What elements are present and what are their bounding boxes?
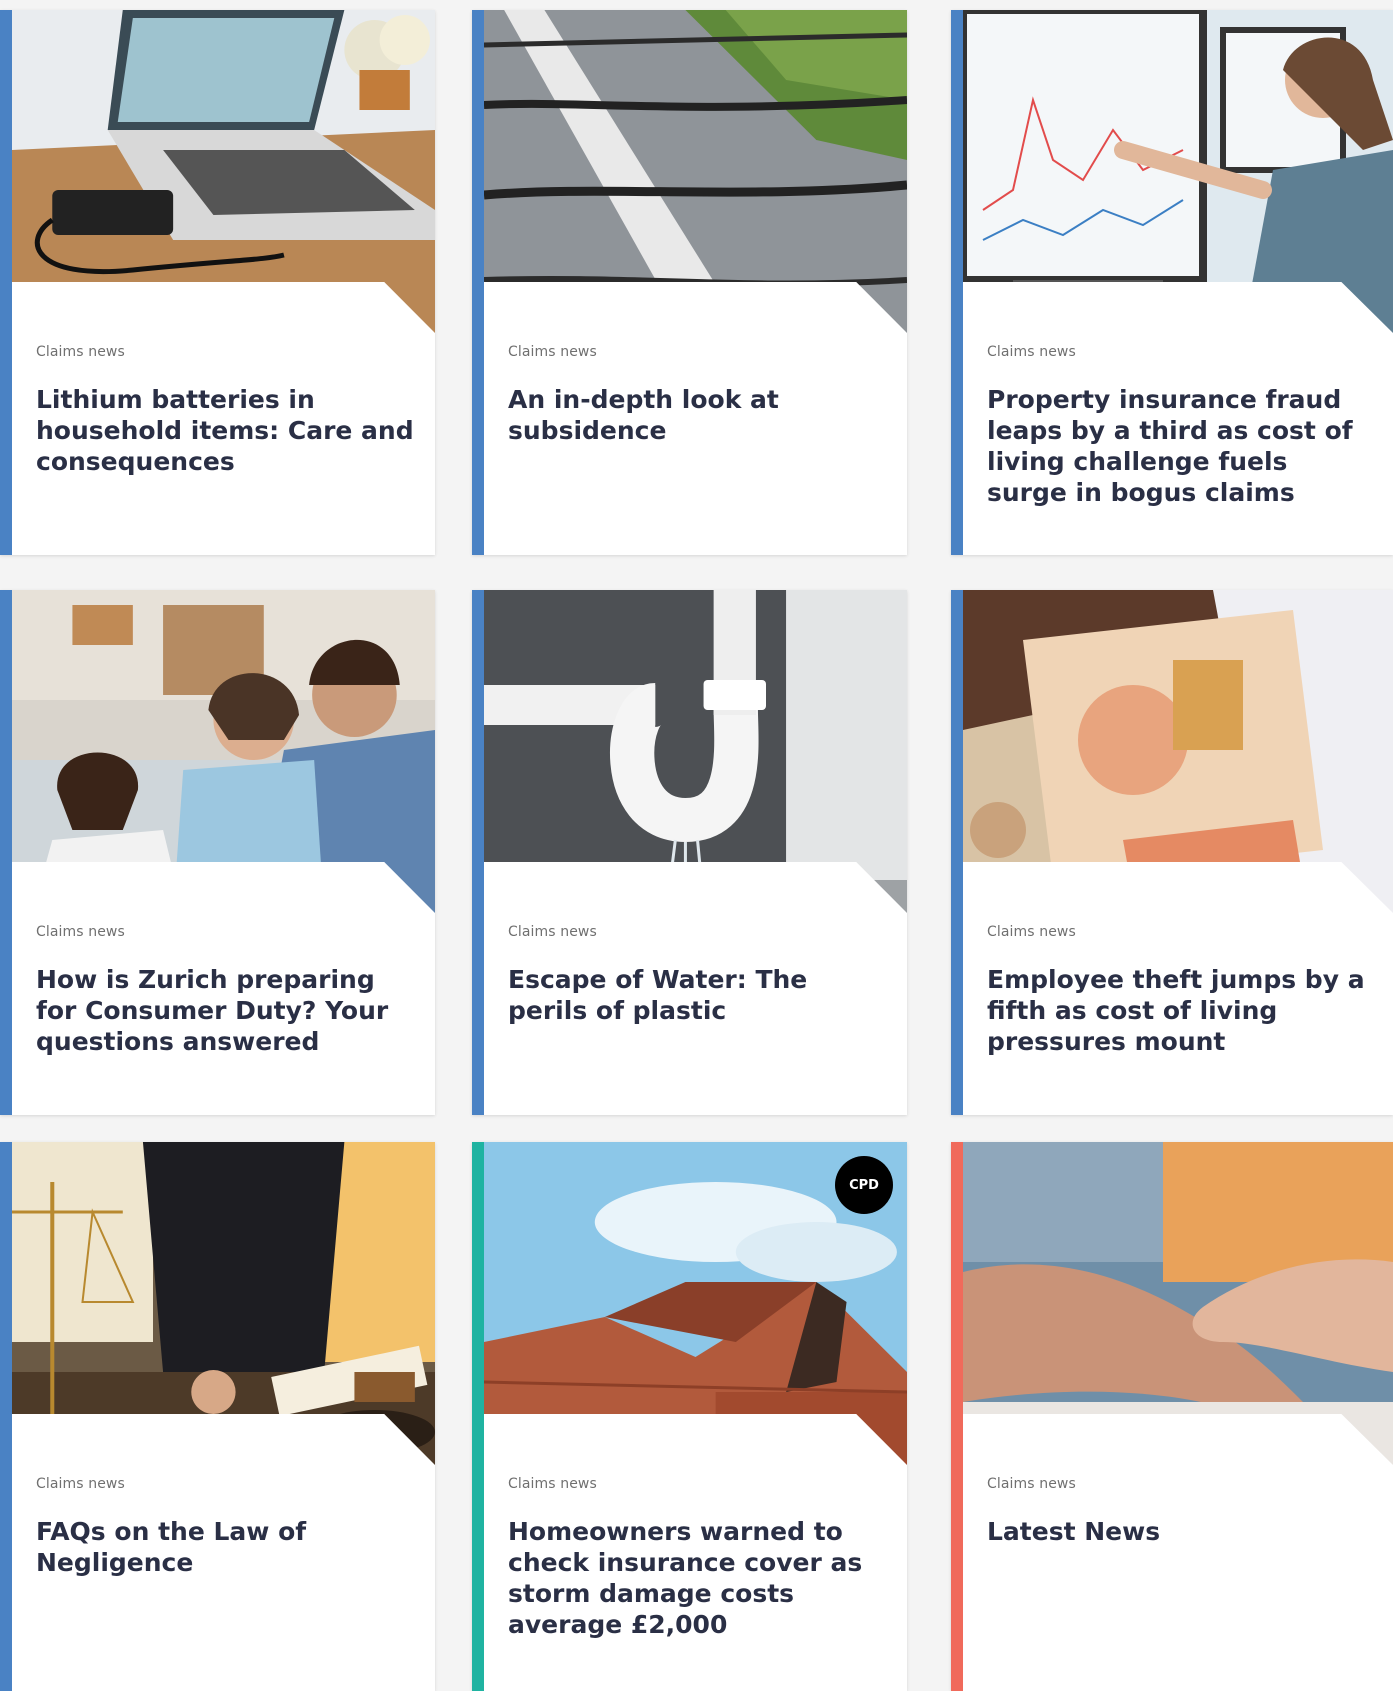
card-category: Claims news (36, 344, 125, 360)
article-card[interactable]: Claims news An in-depth look at subsiden… (472, 10, 907, 555)
article-grid: Claims news Lithium batteries in househo… (0, 10, 1393, 1691)
card-headline[interactable]: Employee theft jumps by a fifth as cost … (987, 964, 1373, 1057)
article-card[interactable]: Claims news Latest News (951, 1142, 1393, 1691)
card-category: Claims news (987, 924, 1076, 940)
card-headline[interactable]: Property insurance fraud leaps by a thir… (987, 384, 1373, 508)
card-body: Claims news FAQs on the Law of Negligenc… (36, 1464, 415, 1578)
article-card[interactable]: Claims news Escape of Water: The perils … (472, 590, 907, 1115)
article-card[interactable]: CPD Claims news Homeowners warned to che… (472, 1142, 907, 1691)
card-body: Claims news Lithium batteries in househo… (36, 332, 415, 477)
card-category: Claims news (987, 1476, 1076, 1492)
article-card[interactable]: Claims news Employee theft jumps by a fi… (951, 590, 1393, 1115)
card-headline[interactable]: FAQs on the Law of Negligence (36, 1516, 415, 1578)
card-headline[interactable]: Lithium batteries in household items: Ca… (36, 384, 415, 477)
accent-stripe (951, 590, 963, 1115)
article-card[interactable]: Claims news How is Zurich preparing for … (0, 590, 435, 1115)
card-headline[interactable]: Homeowners warned to check insurance cov… (508, 1516, 887, 1640)
article-card[interactable]: Claims news Property insurance fraud lea… (951, 10, 1393, 555)
cpd-badge: CPD (835, 1156, 893, 1214)
card-category: Claims news (36, 1476, 125, 1492)
card-body: Claims news An in-depth look at subsiden… (508, 332, 887, 446)
accent-stripe (0, 10, 12, 555)
card-body: Claims news Employee theft jumps by a fi… (987, 912, 1373, 1057)
accent-stripe (951, 1142, 963, 1691)
card-body: Claims news Property insurance fraud lea… (987, 332, 1373, 508)
card-body: Claims news Escape of Water: The perils … (508, 912, 887, 1026)
card-headline[interactable]: An in-depth look at subsidence (508, 384, 887, 446)
accent-stripe (0, 1142, 12, 1691)
card-category: Claims news (508, 1476, 597, 1492)
accent-stripe (472, 10, 484, 555)
card-category: Claims news (987, 344, 1076, 360)
card-body: Claims news Latest News (987, 1464, 1373, 1547)
card-headline[interactable]: How is Zurich preparing for Consumer Dut… (36, 964, 415, 1057)
accent-stripe (951, 10, 963, 555)
card-body: Claims news How is Zurich preparing for … (36, 912, 415, 1057)
card-headline[interactable]: Escape of Water: The perils of plastic (508, 964, 887, 1026)
card-category: Claims news (508, 344, 597, 360)
article-card[interactable]: Claims news Lithium batteries in househo… (0, 10, 435, 555)
card-headline[interactable]: Latest News (987, 1516, 1373, 1547)
card-category: Claims news (36, 924, 125, 940)
accent-stripe (0, 590, 12, 1115)
card-body: Claims news Homeowners warned to check i… (508, 1464, 887, 1640)
article-card[interactable]: Claims news FAQs on the Law of Negligenc… (0, 1142, 435, 1691)
accent-stripe (472, 1142, 484, 1691)
accent-stripe (472, 590, 484, 1115)
card-category: Claims news (508, 924, 597, 940)
